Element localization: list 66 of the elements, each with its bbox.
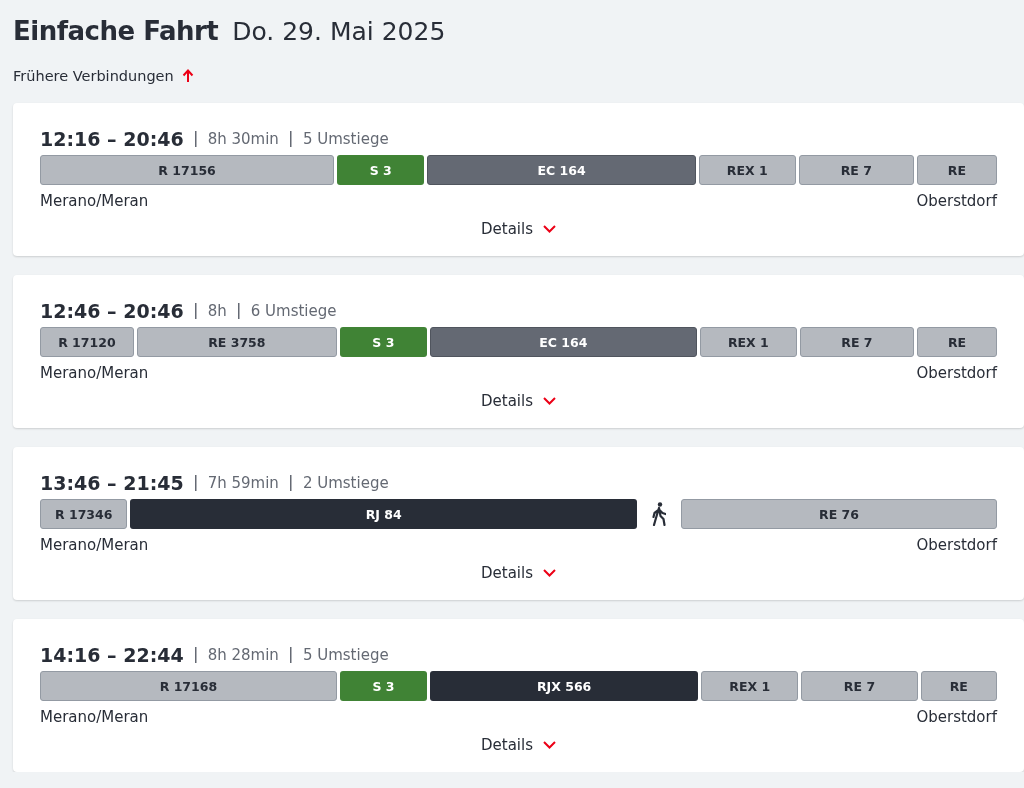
time-range: 14:16 – 22:44: [40, 644, 184, 666]
separator-line: [194, 475, 197, 491]
train-segment[interactable]: RE: [920, 671, 997, 701]
duration: 8h 30min: [207, 130, 279, 148]
duration: 7h 59min: [207, 474, 279, 492]
train-segment[interactable]: RE: [917, 327, 997, 357]
train-segment[interactable]: R 17156: [40, 155, 335, 185]
train-segment[interactable]: REX 1: [701, 671, 799, 701]
connection-card[interactable]: 14:16 – 22:44 8h 28min 5 Umstiege R 17168 S 3 RJX 566 REX 1 RE 7 RE Merano/Meran Oberstdorf Details: [13, 619, 1024, 772]
separator-line: [194, 131, 197, 147]
transfer-count: 5 Umstiege: [302, 646, 389, 664]
separator-line: [237, 303, 240, 319]
travel-date: Do. 29. Mai 2025: [232, 17, 446, 46]
origin-station: Merano/Meran: [40, 364, 149, 382]
train-segment[interactable]: RE 76: [681, 499, 997, 529]
separator-line: [289, 647, 292, 663]
train-segment[interactable]: S 3: [337, 155, 425, 185]
details-toggle[interactable]: Details: [481, 736, 556, 754]
train-segment[interactable]: EC 164: [427, 155, 696, 185]
chevron-down-icon: [543, 397, 556, 405]
connection-card[interactable]: 12:16 – 20:46 8h 30min 5 Umstiege R 17156 S 3 EC 164 REX 1 RE 7 RE Merano/Meran Oberstdorf Details: [13, 103, 1024, 256]
chevron-down-icon: [543, 569, 556, 577]
destination-station: Oberstdorf: [916, 192, 997, 210]
destination-station: Oberstdorf: [916, 364, 997, 382]
page-title: Einfache Fahrt: [13, 16, 219, 46]
destination-station: Oberstdorf: [916, 536, 997, 554]
time-range: 13:46 – 21:45: [40, 472, 184, 494]
walking-person-icon: [652, 502, 667, 526]
transfer-count: 5 Umstiege: [302, 130, 389, 148]
train-segment[interactable]: S 3: [339, 671, 428, 701]
details-toggle[interactable]: Details: [481, 220, 556, 238]
train-segment[interactable]: R 17346: [40, 499, 128, 529]
time-range: 12:46 – 20:46: [40, 300, 184, 322]
duration: 8h 28min: [207, 646, 279, 664]
separator-line: [194, 647, 197, 663]
origin-station: Merano/Meran: [40, 536, 149, 554]
train-segment[interactable]: REX 1: [700, 327, 797, 357]
train-segment[interactable]: RE 7: [799, 327, 915, 357]
arrow-up-icon: [181, 69, 194, 83]
duration: 8h: [207, 302, 227, 320]
separator-line: [289, 131, 292, 147]
train-segment[interactable]: RJX 566: [430, 671, 699, 701]
connection-card[interactable]: 12:46 – 20:46 8h 6 Umstiege R 17120 RE 3758 S 3 EC 164 REX 1 RE 7 RE Merano/Meran Oberstdorf Details: [13, 275, 1024, 428]
origin-station: Merano/Meran: [40, 192, 149, 210]
chevron-down-icon: [543, 225, 556, 233]
train-segment[interactable]: RE 7: [798, 155, 914, 185]
transfer-count: 2 Umstiege: [302, 474, 389, 492]
separator-line: [194, 303, 197, 319]
transfer-count: 6 Umstiege: [250, 302, 337, 320]
separator-line: [289, 475, 292, 491]
train-segment[interactable]: RE 3758: [136, 327, 337, 357]
train-segment[interactable]: R 17120: [40, 327, 134, 357]
origin-station: Merano/Meran: [40, 708, 149, 726]
train-segment[interactable]: RE: [916, 155, 997, 185]
connection-card[interactable]: 13:46 – 21:45 7h 59min 2 Umstiege R 17346 RJ 84 RE 76 Merano/Meran Oberstdorf Details: [13, 447, 1024, 600]
details-toggle[interactable]: Details: [481, 564, 556, 582]
train-segment[interactable]: EC 164: [429, 327, 697, 357]
train-segment[interactable]: R 17168: [40, 671, 337, 701]
details-toggle[interactable]: Details: [481, 392, 556, 410]
train-segment[interactable]: RE 7: [801, 671, 918, 701]
earlier-connections-link[interactable]: Frühere Verbindungen: [13, 68, 194, 84]
train-segment[interactable]: S 3: [339, 327, 427, 357]
destination-station: Oberstdorf: [916, 708, 997, 726]
time-range: 12:16 – 20:46: [40, 128, 184, 150]
train-segment[interactable]: REX 1: [698, 155, 796, 185]
chevron-down-icon: [543, 741, 556, 749]
